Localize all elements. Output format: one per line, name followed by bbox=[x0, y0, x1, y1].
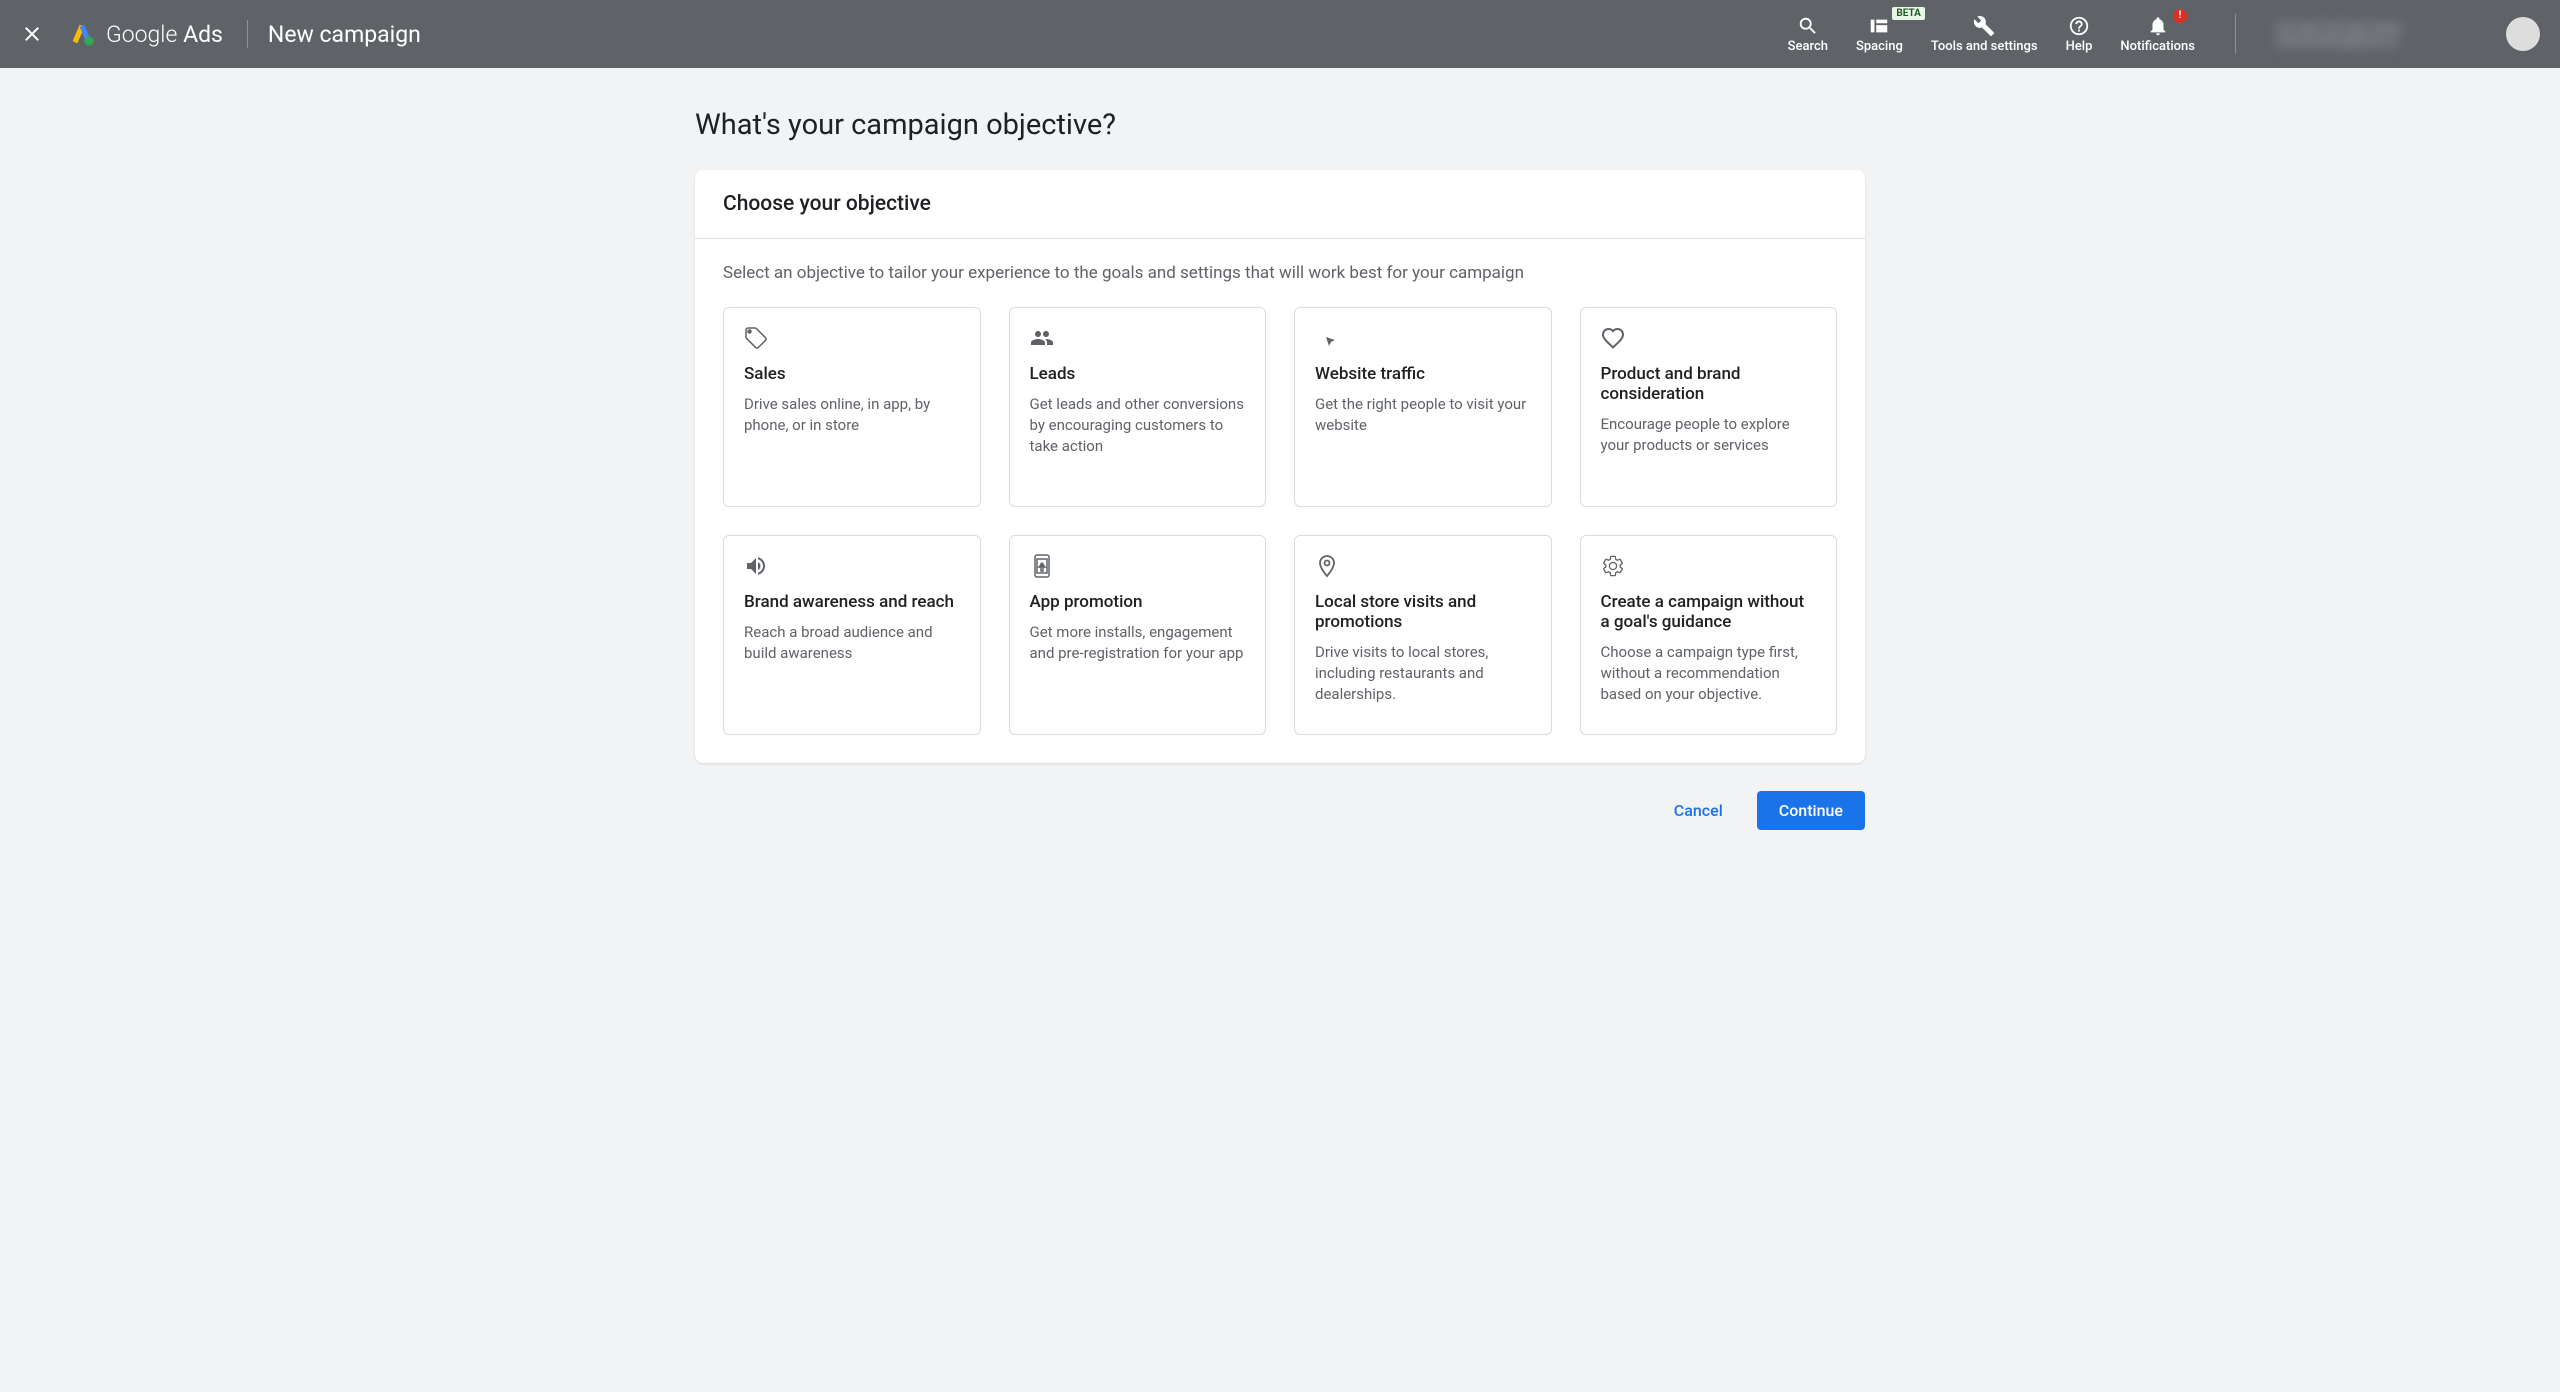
objective-title: Leads bbox=[1030, 364, 1246, 384]
avatar[interactable] bbox=[2506, 17, 2540, 51]
objective-title: Local store visits and promotions bbox=[1315, 592, 1531, 632]
search-icon bbox=[1797, 15, 1819, 37]
objective-no-goal[interactable]: Create a campaign without a goal's guida… bbox=[1580, 535, 1838, 735]
notifications-label: Notifications bbox=[2120, 39, 2195, 54]
location-pin-icon bbox=[1315, 554, 1339, 578]
tools-label: Tools and settings bbox=[1931, 39, 2038, 54]
objective-title: Sales bbox=[744, 364, 960, 384]
wrench-icon bbox=[1973, 15, 1995, 37]
objective-title: Website traffic bbox=[1315, 364, 1531, 384]
objective-title: Create a campaign without a goal's guida… bbox=[1601, 592, 1817, 632]
objective-title: Product and brand consideration bbox=[1601, 364, 1817, 404]
objective-local-store[interactable]: Local store visits and promotions Drive … bbox=[1294, 535, 1552, 735]
card-subtitle: Select an objective to tailor your exper… bbox=[723, 263, 1837, 283]
objective-description: Drive visits to local stores, including … bbox=[1315, 642, 1531, 705]
main-content: What's your campaign objective? Choose y… bbox=[675, 68, 1885, 870]
objective-description: Encourage people to explore your product… bbox=[1601, 414, 1817, 456]
spacing-label: Spacing bbox=[1856, 39, 1903, 54]
objective-description: Get the right people to visit your websi… bbox=[1315, 394, 1531, 436]
close-icon[interactable] bbox=[20, 22, 44, 46]
logo-text: Google Ads bbox=[106, 21, 223, 48]
objectives-grid: Sales Drive sales online, in app, by pho… bbox=[723, 307, 1837, 735]
objective-card-container: Choose your objective Select an objectiv… bbox=[695, 170, 1865, 763]
card-header: Choose your objective bbox=[695, 170, 1865, 239]
objective-title: Brand awareness and reach bbox=[744, 592, 960, 612]
account-info[interactable]: xxx xxxx xxx xxxx xxxxxxxxxxxxxxxxx@xxxx… bbox=[2276, 20, 2466, 48]
objective-description: Get leads and other conversions by encou… bbox=[1030, 394, 1246, 457]
tools-action[interactable]: Tools and settings bbox=[1931, 15, 2038, 54]
objective-description: Reach a broad audience and build awarene… bbox=[744, 622, 960, 664]
cursor-click-icon bbox=[1315, 326, 1339, 350]
objective-sales[interactable]: Sales Drive sales online, in app, by pho… bbox=[723, 307, 981, 507]
app-header: Google Ads New campaign Search BETA Spac… bbox=[0, 0, 2560, 68]
objective-brand-awareness[interactable]: Brand awareness and reach Reach a broad … bbox=[723, 535, 981, 735]
header-actions: Search BETA Spacing Tools and settings H… bbox=[1788, 14, 2540, 54]
objective-description: Drive sales online, in app, by phone, or… bbox=[744, 394, 960, 436]
objective-app-promotion[interactable]: App promotion Get more installs, engagem… bbox=[1009, 535, 1267, 735]
page-title: New campaign bbox=[268, 21, 421, 48]
google-ads-logo[interactable]: Google Ads bbox=[68, 20, 223, 48]
footer-actions: Cancel Continue bbox=[695, 791, 1865, 830]
objective-product-brand[interactable]: Product and brand consideration Encourag… bbox=[1580, 307, 1838, 507]
beta-badge: BETA bbox=[1892, 7, 1925, 20]
google-ads-logo-icon bbox=[68, 20, 96, 48]
card-title: Choose your objective bbox=[723, 192, 1837, 216]
spacing-icon bbox=[1868, 15, 1890, 37]
phone-install-icon bbox=[1030, 554, 1054, 578]
main-heading: What's your campaign objective? bbox=[695, 108, 1865, 142]
objective-leads[interactable]: Leads Get leads and other conversions by… bbox=[1009, 307, 1267, 507]
gear-icon bbox=[1601, 554, 1625, 578]
objective-website-traffic[interactable]: Website traffic Get the right people to … bbox=[1294, 307, 1552, 507]
header-divider-2 bbox=[2235, 14, 2236, 54]
search-label: Search bbox=[1788, 39, 1828, 54]
card-body: Select an objective to tailor your exper… bbox=[695, 239, 1865, 763]
bell-icon bbox=[2147, 15, 2169, 37]
help-icon bbox=[2068, 15, 2090, 37]
people-icon bbox=[1030, 326, 1054, 350]
objective-description: Get more installs, engagement and pre-re… bbox=[1030, 622, 1246, 664]
header-divider bbox=[247, 20, 248, 48]
notifications-action[interactable]: ! Notifications bbox=[2120, 15, 2195, 54]
tag-icon bbox=[744, 326, 768, 350]
notification-alert-icon: ! bbox=[2173, 9, 2187, 23]
heart-icon bbox=[1601, 326, 1625, 350]
help-label: Help bbox=[2066, 39, 2093, 54]
objective-description: Choose a campaign type first, without a … bbox=[1601, 642, 1817, 705]
continue-button[interactable]: Continue bbox=[1757, 791, 1865, 830]
objective-title: App promotion bbox=[1030, 592, 1246, 612]
megaphone-icon bbox=[744, 554, 768, 578]
help-action[interactable]: Help bbox=[2066, 15, 2093, 54]
cancel-button[interactable]: Cancel bbox=[1660, 791, 1737, 830]
search-action[interactable]: Search bbox=[1788, 15, 1828, 54]
spacing-action[interactable]: BETA Spacing bbox=[1856, 15, 1903, 54]
